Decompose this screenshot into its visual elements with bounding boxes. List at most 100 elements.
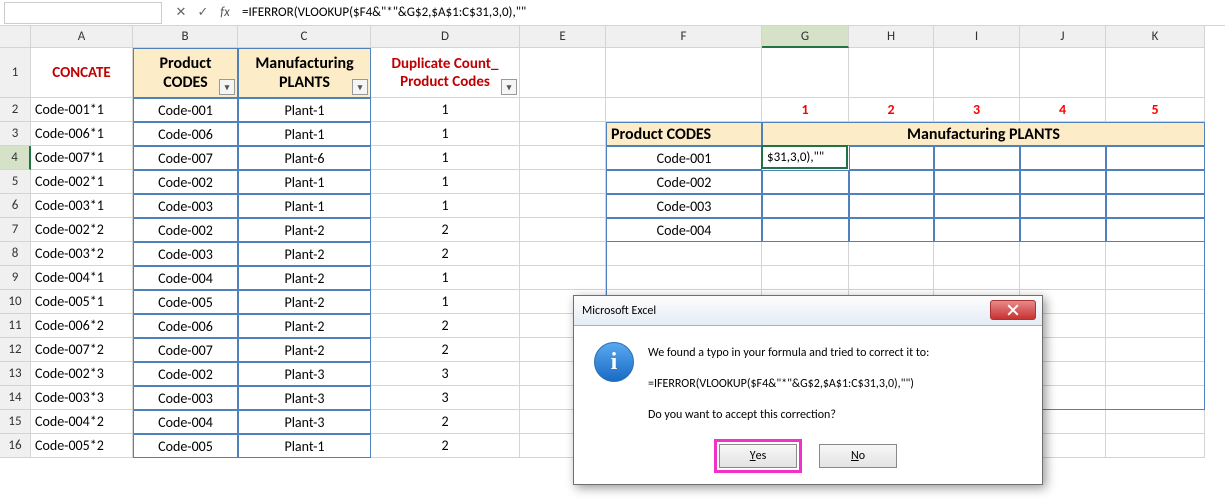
- cell[interactable]: [1020, 170, 1106, 194]
- cell[interactable]: [849, 146, 934, 170]
- cell[interactable]: [606, 48, 762, 98]
- cell[interactable]: [934, 266, 1020, 290]
- cell[interactable]: [1020, 242, 1106, 266]
- cell[interactable]: [1106, 386, 1205, 410]
- dialog-titlebar[interactable]: Microsoft Excel: [574, 296, 1042, 326]
- cell[interactable]: [1106, 314, 1205, 338]
- cell-A9[interactable]: Code-004*1: [31, 266, 133, 290]
- select-all-corner[interactable]: [0, 26, 31, 48]
- row-header-8[interactable]: 8: [0, 242, 31, 266]
- row-header-5[interactable]: 5: [0, 170, 31, 194]
- confirm-formula-icon[interactable]: ✓: [192, 2, 214, 24]
- cell-A4[interactable]: Code-007*1: [31, 146, 133, 170]
- cell[interactable]: [520, 242, 606, 266]
- cell-D15[interactable]: 2: [371, 410, 520, 434]
- row-header-10[interactable]: 10: [0, 290, 31, 314]
- cell[interactable]: [606, 98, 762, 122]
- cell-A8[interactable]: Code-003*2: [31, 242, 133, 266]
- cell-D2[interactable]: 1: [371, 98, 520, 122]
- cell-D16[interactable]: 2: [371, 434, 520, 458]
- row-header-11[interactable]: 11: [0, 314, 31, 338]
- cell[interactable]: [520, 194, 606, 218]
- row-header-12[interactable]: 12: [0, 338, 31, 362]
- col-header-I[interactable]: I: [934, 26, 1020, 48]
- name-box[interactable]: [4, 2, 162, 24]
- cell-C13[interactable]: Plant-3: [238, 362, 371, 386]
- cell-C9[interactable]: Plant-2: [238, 266, 371, 290]
- col-header-E[interactable]: E: [520, 26, 606, 48]
- cell-G3[interactable]: Manufacturing PLANTS: [762, 122, 1205, 146]
- row-header-16[interactable]: 16: [0, 434, 31, 458]
- cell-B15[interactable]: Code-004: [133, 410, 238, 434]
- cell-B1[interactable]: ProductCODES▾: [133, 48, 238, 98]
- cell[interactable]: [1106, 362, 1205, 386]
- cell[interactable]: [849, 242, 934, 266]
- cell[interactable]: [1020, 218, 1106, 242]
- cell-B7[interactable]: Code-002: [133, 218, 238, 242]
- cell[interactable]: [1020, 194, 1106, 218]
- cell-C16[interactable]: Plant-1: [238, 434, 371, 458]
- cell-D5[interactable]: 1: [371, 170, 520, 194]
- fx-icon[interactable]: fx: [214, 2, 236, 24]
- row-header-2[interactable]: 2: [0, 98, 31, 122]
- col-header-B[interactable]: B: [133, 26, 238, 48]
- cell-B13[interactable]: Code-002: [133, 362, 238, 386]
- cell[interactable]: [849, 48, 934, 98]
- col-header-A[interactable]: A: [31, 26, 133, 48]
- cell[interactable]: [520, 266, 606, 290]
- cell-C5[interactable]: Plant-1: [238, 170, 371, 194]
- close-icon[interactable]: [990, 300, 1036, 320]
- row-header-14[interactable]: 14: [0, 386, 31, 410]
- cell-A15[interactable]: Code-004*2: [31, 410, 133, 434]
- row-header-7[interactable]: 7: [0, 218, 31, 242]
- cell-D9[interactable]: 1: [371, 266, 520, 290]
- cell-D3[interactable]: 1: [371, 122, 520, 146]
- cancel-formula-icon[interactable]: ✕: [170, 2, 192, 24]
- col-header-D[interactable]: D: [371, 26, 520, 48]
- cell[interactable]: [520, 48, 606, 98]
- cell[interactable]: [520, 122, 606, 146]
- cell-A7[interactable]: Code-002*2: [31, 218, 133, 242]
- cell-D4[interactable]: 1: [371, 146, 520, 170]
- cell-A12[interactable]: Code-007*2: [31, 338, 133, 362]
- cell-C6[interactable]: Plant-1: [238, 194, 371, 218]
- cell[interactable]: [762, 170, 849, 194]
- cell-D11[interactable]: 2: [371, 314, 520, 338]
- cell[interactable]: [1106, 242, 1205, 266]
- cell-D12[interactable]: 2: [371, 338, 520, 362]
- cell-A3[interactable]: Code-006*1: [31, 122, 133, 146]
- cell[interactable]: [1106, 146, 1205, 170]
- cell-A6[interactable]: Code-003*1: [31, 194, 133, 218]
- cell-C8[interactable]: Plant-2: [238, 242, 371, 266]
- cell-A10[interactable]: Code-005*1: [31, 290, 133, 314]
- cell[interactable]: [1020, 266, 1106, 290]
- cell[interactable]: [849, 218, 934, 242]
- active-cell-G4[interactable]: $31,3,0),"": [761, 145, 848, 169]
- cell-num1[interactable]: 1: [762, 98, 849, 122]
- cell-A11[interactable]: Code-006*2: [31, 314, 133, 338]
- cell[interactable]: [849, 170, 934, 194]
- cell-B16[interactable]: Code-005: [133, 434, 238, 458]
- cell-B12[interactable]: Code-007: [133, 338, 238, 362]
- cell[interactable]: [1020, 48, 1106, 98]
- col-header-K[interactable]: K: [1106, 26, 1205, 48]
- cell-num3[interactable]: 3: [934, 98, 1020, 122]
- cell-D8[interactable]: 2: [371, 242, 520, 266]
- cell-C3[interactable]: Plant-1: [238, 122, 371, 146]
- cell[interactable]: [934, 48, 1020, 98]
- cell-A1[interactable]: CONCATE: [31, 48, 133, 98]
- cell-B5[interactable]: Code-002: [133, 170, 238, 194]
- cell-C14[interactable]: Plant-3: [238, 386, 371, 410]
- cell[interactable]: [1106, 194, 1205, 218]
- cell[interactable]: [762, 218, 849, 242]
- cell-C12[interactable]: Plant-2: [238, 338, 371, 362]
- cell[interactable]: [520, 146, 606, 170]
- cell[interactable]: [934, 242, 1020, 266]
- cell[interactable]: [1106, 410, 1205, 434]
- cell[interactable]: [849, 194, 934, 218]
- row-header-4[interactable]: 4: [0, 146, 31, 170]
- cell-num5[interactable]: 5: [1106, 98, 1205, 122]
- cell-B4[interactable]: Code-007: [133, 146, 238, 170]
- filter-icon[interactable]: ▾: [352, 79, 368, 95]
- cell[interactable]: [1020, 146, 1106, 170]
